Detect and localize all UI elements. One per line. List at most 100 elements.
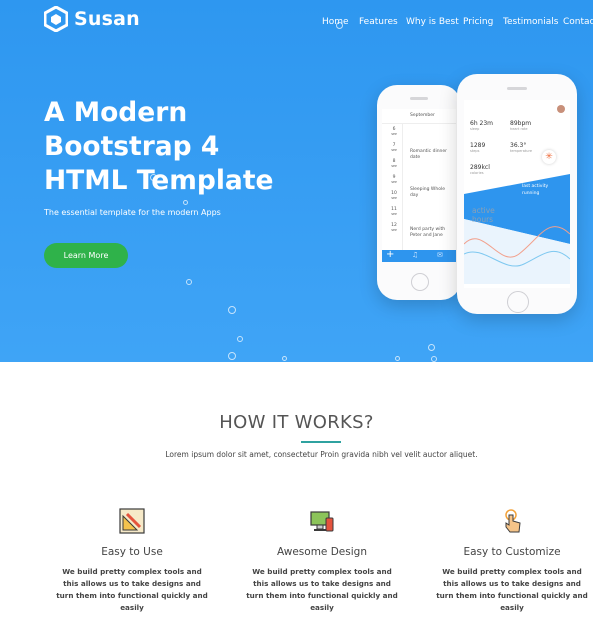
- brand-name: Susan: [74, 8, 140, 30]
- feature-desc-line: We build pretty complex tools and: [252, 567, 392, 576]
- event-text: Nerd party with Peter and Jane: [410, 227, 446, 238]
- calendar-toolbar: + ♫ ✉: [382, 249, 456, 262]
- day-month: SEP: [391, 212, 397, 216]
- hero-subtitle: The essential template for the modern Ap…: [44, 208, 221, 217]
- calendar-day: 7 SEP: [388, 143, 400, 153]
- stat-item: 6h 23m sleep: [470, 120, 493, 131]
- stat-item: 36.3° temperature: [510, 142, 532, 153]
- calendar-month: September: [410, 113, 435, 118]
- stat-value: 289kcl: [470, 164, 490, 171]
- touch-hand-icon: [505, 509, 521, 533]
- stat-value: 89bpm: [510, 120, 532, 127]
- day-month: SEP: [391, 148, 397, 152]
- decor-bubble: [186, 279, 192, 285]
- decor-bubble: [282, 356, 287, 361]
- phone-home-button: [507, 291, 529, 313]
- phone-screen: 6h 23m sleep 89bpm heart rate 1289 steps…: [464, 100, 570, 288]
- hero-title-line: HTML Template: [44, 165, 274, 196]
- phone-speaker: [410, 97, 428, 100]
- hero-title: A Modern Bootstrap 4 HTML Template: [44, 96, 304, 198]
- feature-description: We build pretty complex tools and this a…: [432, 566, 592, 614]
- feature-desc-line: We build pretty complex tools and: [442, 567, 582, 576]
- brand-logo[interactable]: Susan: [44, 6, 140, 32]
- calendar-divider: [402, 123, 403, 251]
- feature-desc-line: this allows us to take designs and: [443, 579, 581, 588]
- event-text: Romantic dinner date: [410, 149, 448, 160]
- feature-desc-line: turn them into functional quickly and: [436, 591, 588, 600]
- calendar-header: September: [382, 109, 456, 124]
- nav-item-pricing[interactable]: Pricing: [463, 17, 493, 27]
- stat-label: heart rate: [510, 127, 528, 131]
- calendar-day: 8 SEP: [388, 159, 400, 169]
- calendar-day: 10 SEP: [388, 191, 400, 201]
- decor-bubble: [228, 352, 236, 360]
- stat-label: steps: [470, 149, 480, 153]
- decor-bubble: [150, 174, 157, 181]
- hero-title-line: Bootstrap 4: [44, 131, 220, 162]
- stat-item: 89bpm heart rate: [510, 120, 531, 131]
- feature-description: We build pretty complex tools and this a…: [52, 566, 212, 614]
- feature-title: Easy to Use: [101, 546, 163, 558]
- decor-bubble: [237, 336, 243, 342]
- stat-item: 1289 steps: [470, 142, 485, 153]
- ruler-pencil-icon: [119, 508, 145, 534]
- stat-value: 36.3°: [510, 142, 527, 149]
- phone-mockup-stats: 6h 23m sleep 89bpm heart rate 1289 steps…: [457, 74, 577, 314]
- stat-value: 1289: [470, 142, 486, 149]
- calendar-day: 9 SEP: [388, 175, 400, 185]
- section-subtitle: Lorem ipsum dolor sit amet, consectetur …: [165, 450, 478, 459]
- calendar-day: 6 SEP: [388, 127, 400, 137]
- calendar-day: 11 SEP: [388, 207, 400, 217]
- music-icon[interactable]: ♫: [412, 251, 418, 259]
- day-month: SEP: [391, 180, 397, 184]
- phone-screen: September 6 SEP 7 SEP 8 SEP Romantic dinner…: [382, 109, 456, 262]
- activity-title: last activity: [522, 184, 549, 189]
- feature-card-easy-to-customize: Easy to Customize We build pretty comple…: [432, 508, 592, 614]
- learn-more-button[interactable]: Learn More: [44, 243, 128, 268]
- feature-title: Easy to Customize: [463, 546, 561, 558]
- day-month: SEP: [391, 196, 397, 200]
- mail-icon[interactable]: ✉: [437, 251, 443, 259]
- title-underline: [301, 441, 341, 443]
- feature-desc-line: turn them into functional quickly and: [56, 591, 208, 600]
- feature-desc-line: this allows us to take designs and: [253, 579, 391, 588]
- nav-item-features[interactable]: Features: [359, 17, 398, 27]
- stat-label: sleep: [470, 127, 480, 131]
- hero-section: Susan Home Features Why is Best Pricing …: [0, 0, 593, 362]
- chart-label: active: [472, 206, 495, 215]
- feature-desc-line: this allows us to take designs and: [63, 579, 201, 588]
- section-title: HOW IT WORKS?: [219, 412, 374, 433]
- nav-item-testimonials[interactable]: Testimonials: [503, 17, 558, 27]
- decor-bubble: [395, 356, 400, 361]
- feature-desc-line: easily: [500, 603, 524, 612]
- feature-desc-line: turn them into functional quickly and: [246, 591, 398, 600]
- phone-home-button: [411, 273, 429, 291]
- feature-card-easy-to-use: Easy to Use We build pretty complex tool…: [52, 508, 212, 614]
- feature-desc-line: easily: [310, 603, 334, 612]
- phone-speaker: [507, 87, 527, 90]
- hero-title-line: A Modern: [44, 97, 188, 128]
- sun-icon: ✳: [542, 150, 556, 164]
- avatar: [557, 105, 565, 113]
- add-icon[interactable]: +: [386, 249, 394, 260]
- calendar-day: 12 SEP: [388, 223, 400, 233]
- day-month: SEP: [391, 228, 397, 232]
- hexagon-logo-icon: [44, 6, 68, 32]
- decor-bubble: [228, 306, 236, 314]
- event-text: Sleeping Whole day: [410, 187, 445, 198]
- nav-item-contact[interactable]: Contact: [563, 17, 593, 27]
- day-month: SEP: [391, 164, 397, 168]
- phone-mockup-calendar: September 6 SEP 7 SEP 8 SEP Romantic dinner…: [377, 85, 461, 300]
- nav-item-why-is-best[interactable]: Why is Best: [406, 17, 459, 27]
- day-month: SEP: [391, 132, 397, 136]
- decor-bubble: [336, 22, 343, 29]
- feature-desc-line: easily: [120, 603, 144, 612]
- activity-value: running: [522, 191, 540, 196]
- feature-desc-line: We build pretty complex tools and: [62, 567, 202, 576]
- feature-title: Awesome Design: [277, 546, 367, 558]
- chart-label: hours: [472, 215, 494, 224]
- monitor-devices-icon: [310, 511, 334, 532]
- feature-description: We build pretty complex tools and this a…: [242, 566, 402, 614]
- feature-card-awesome-design: Awesome Design We build pretty complex t…: [242, 508, 402, 614]
- stat-value: 6h 23m: [470, 120, 494, 127]
